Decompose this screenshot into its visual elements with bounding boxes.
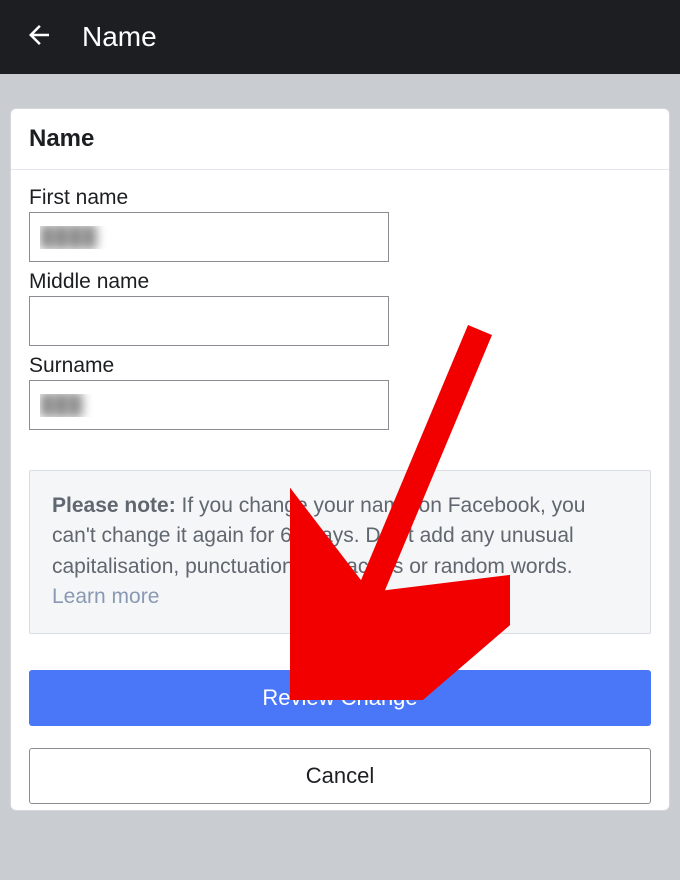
name-form: First name Middle name Surname	[11, 170, 669, 448]
card-title: Name	[29, 125, 651, 153]
name-card: Name First name Middle name Surname Plea…	[10, 108, 670, 811]
page-title: Name	[82, 21, 157, 53]
middle-name-input[interactable]	[29, 296, 389, 346]
top-bar: Name	[0, 0, 680, 74]
learn-more-link[interactable]: Learn more	[52, 585, 159, 608]
card-header: Name	[11, 109, 669, 170]
button-area: Review Change Cancel	[11, 652, 669, 810]
first-name-input[interactable]	[29, 212, 389, 262]
note-box: Please note: If you change your name on …	[29, 470, 651, 634]
surname-input[interactable]	[29, 380, 389, 430]
middle-name-label: Middle name	[29, 270, 651, 294]
surname-label: Surname	[29, 354, 651, 378]
first-name-label: First name	[29, 186, 651, 210]
review-change-button[interactable]: Review Change	[29, 670, 651, 726]
back-arrow-icon[interactable]	[24, 20, 54, 55]
page-body: Name First name Middle name Surname Plea…	[0, 74, 680, 821]
cancel-button[interactable]: Cancel	[29, 748, 651, 804]
note-strong: Please note:	[52, 494, 176, 517]
